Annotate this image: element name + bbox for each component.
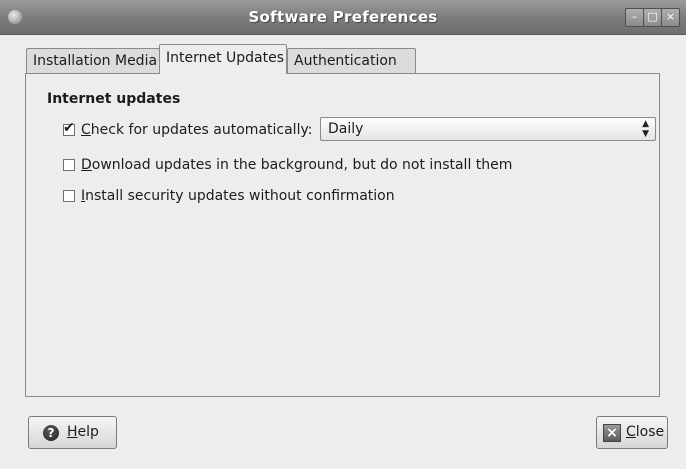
check-updates-checkbox[interactable] <box>63 120 75 136</box>
download-background-checkbox[interactable] <box>63 159 75 171</box>
download-background-option[interactable]: Download updates in the background, but … <box>63 156 512 174</box>
help-icon: ? <box>43 425 59 441</box>
update-frequency-select[interactable]: Daily ▲ ▼ <box>320 117 656 141</box>
install-security-label: nstall security updates without confirma… <box>85 188 395 204</box>
install-security-option[interactable]: Install security updates without confirm… <box>63 187 395 205</box>
check-updates-option[interactable]: Check for updates automatically: <box>63 120 313 139</box>
check-updates-label: heck for updates automatically: <box>90 122 313 138</box>
close-icon: × <box>603 424 621 442</box>
window-title: Software Preferences <box>248 8 438 26</box>
section-title: Internet updates <box>47 91 181 107</box>
update-frequency-value: Daily <box>328 121 364 137</box>
download-background-label: ownload updates in the background, but d… <box>91 157 513 173</box>
help-label: Help <box>67 424 99 440</box>
help-button[interactable]: ? Help <box>28 416 117 449</box>
updown-arrows-icon: ▲ ▼ <box>642 119 649 139</box>
check-updates-mnemonic: C <box>81 122 91 138</box>
tab-authentication[interactable]: Authentication <box>287 48 416 73</box>
close-label: Close <box>626 424 665 440</box>
window-close-button[interactable]: × <box>661 8 680 27</box>
close-button[interactable]: × Close <box>596 416 668 449</box>
tab-internet-updates[interactable]: Internet Updates <box>159 44 287 74</box>
install-security-checkbox[interactable] <box>63 190 75 202</box>
download-background-mnemonic: D <box>81 157 92 173</box>
titlebar[interactable]: Software Preferences – □ × <box>0 0 686 35</box>
tab-installation-media[interactable]: Installation Media <box>26 48 160 73</box>
maximize-button[interactable]: □ <box>643 8 662 27</box>
minimize-button[interactable]: – <box>625 8 644 27</box>
software-preferences-window: Software Preferences – □ × Installation … <box>0 0 686 469</box>
internet-updates-panel: Internet updates Check for updates autom… <box>25 73 660 397</box>
